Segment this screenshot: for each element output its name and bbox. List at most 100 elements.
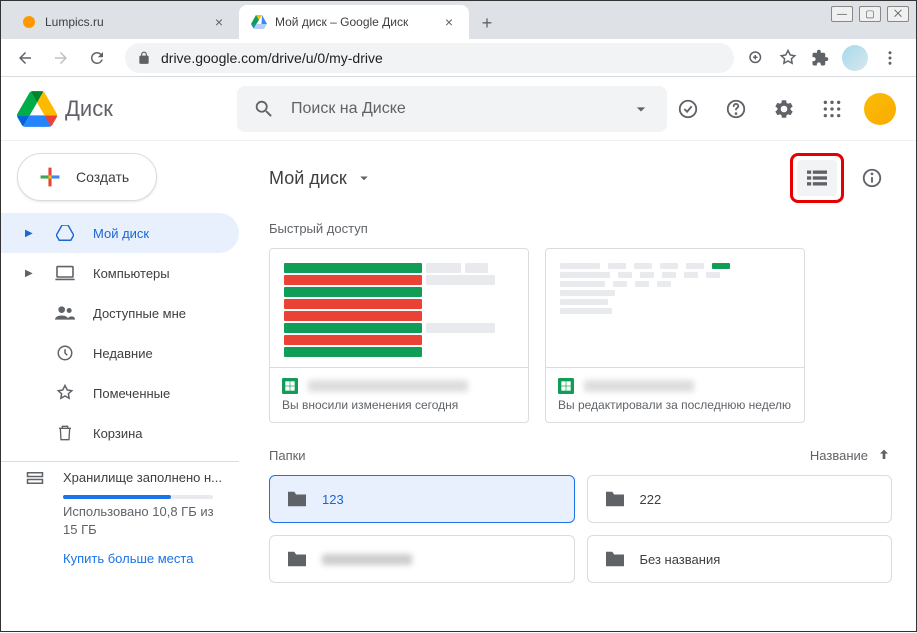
bookmark-icon[interactable] — [778, 48, 798, 68]
sidebar-item-label: Доступные мне — [93, 306, 186, 321]
recent-icon — [55, 344, 75, 362]
breadcrumb-label: Мой диск — [269, 168, 347, 189]
window-minimize-button[interactable]: — — [831, 6, 853, 22]
storage-meter — [63, 495, 213, 499]
create-button[interactable]: Создать — [17, 153, 157, 201]
buy-storage-link[interactable]: Купить больше места — [63, 551, 227, 566]
tab-close-icon[interactable]: × — [441, 12, 457, 32]
breadcrumb[interactable]: Мой диск — [269, 168, 373, 189]
star-icon — [55, 384, 75, 402]
folder-name: 222 — [640, 492, 662, 507]
folder-icon — [604, 490, 626, 508]
zoom-icon[interactable] — [746, 48, 766, 68]
folder-card[interactable]: 123 — [269, 475, 575, 523]
file-name — [308, 380, 468, 392]
view-toggle-highlight — [790, 153, 844, 203]
drive-brand-text: Диск — [65, 96, 113, 122]
storage-title: Хранилище заполнено н... — [63, 470, 222, 485]
sidebar-item-label: Недавние — [93, 346, 153, 361]
tab-title: Lumpics.ru — [45, 15, 104, 29]
tab-strip: Lumpics.ru × Мой диск – Google Диск × + — [1, 1, 916, 39]
folders-title: Папки — [269, 448, 306, 463]
folder-card[interactable] — [269, 535, 575, 583]
tab-favicon-icon — [21, 14, 37, 30]
search-placeholder: Поиск на Диске — [291, 100, 406, 118]
apps-icon[interactable] — [812, 89, 852, 129]
file-preview — [269, 248, 529, 368]
sheets-icon — [558, 378, 574, 394]
account-avatar[interactable] — [860, 89, 900, 129]
sidebar-item-label: Помеченные — [93, 386, 170, 401]
sort-button[interactable]: Название — [810, 447, 892, 463]
storage-usage-text: Использовано 10,8 ГБ из 15 ГБ — [63, 503, 227, 539]
quick-access-title: Быстрый доступ — [269, 221, 892, 236]
chevron-right-icon: ▶ — [25, 268, 37, 279]
reload-button[interactable] — [81, 42, 113, 74]
sidebar-item-trash[interactable]: Корзина — [1, 413, 239, 453]
sidebar-item-label: Корзина — [93, 426, 143, 441]
window-maximize-button[interactable]: ▢ — [859, 6, 881, 22]
ready-offline-icon[interactable] — [668, 89, 708, 129]
tab-title: Мой диск – Google Диск — [275, 15, 408, 29]
folder-card[interactable]: Без названия — [587, 535, 893, 583]
url-text: drive.google.com/drive/u/0/my-drive — [161, 50, 383, 66]
sidebar-item-label: Компьютеры — [93, 266, 170, 281]
sidebar-item-label: Мой диск — [93, 226, 149, 241]
file-subtitle: Вы вносили изменения сегодня — [282, 398, 516, 412]
folder-icon — [286, 490, 308, 508]
folder-name: 123 — [322, 492, 344, 507]
profile-avatar[interactable] — [842, 45, 868, 71]
window-close-button[interactable]: ⨉ — [887, 6, 909, 22]
quick-access-card[interactable]: Вы редактировали за последнюю неделю — [545, 248, 805, 423]
sort-label: Название — [810, 448, 868, 463]
sidebar-item-shared[interactable]: Доступные мне — [1, 293, 239, 333]
chevron-down-icon — [355, 169, 373, 187]
settings-icon[interactable] — [764, 89, 804, 129]
sidebar-item-computers[interactable]: ▶ Компьютеры — [1, 253, 239, 293]
file-subtitle: Вы редактировали за последнюю неделю — [558, 398, 792, 412]
main-content: Мой диск Быстрый доступ — [251, 141, 916, 633]
url-input[interactable]: drive.google.com/drive/u/0/my-drive — [125, 43, 734, 73]
quick-access-card[interactable]: Вы вносили изменения сегодня — [269, 248, 529, 423]
new-tab-button[interactable]: + — [473, 9, 501, 37]
sidebar-item-recent[interactable]: Недавние — [1, 333, 239, 373]
folder-name: Без названия — [640, 552, 721, 567]
sidebar: Создать ▶ Мой диск ▶ Компьютеры Доступны… — [1, 141, 251, 633]
sidebar-item-my-drive[interactable]: ▶ Мой диск — [1, 213, 239, 253]
sheets-icon — [282, 378, 298, 394]
storage-icon — [25, 471, 45, 485]
address-bar: drive.google.com/drive/u/0/my-drive — [1, 39, 916, 77]
search-icon — [253, 98, 275, 120]
forward-button[interactable] — [45, 42, 77, 74]
help-icon[interactable] — [716, 89, 756, 129]
browser-tab[interactable]: Lumpics.ru × — [9, 5, 239, 39]
folder-icon — [604, 550, 626, 568]
folder-icon — [286, 550, 308, 568]
drive-header: Диск Поиск на Диске — [1, 77, 916, 141]
computers-icon — [55, 265, 75, 281]
browser-menu-icon[interactable] — [880, 48, 900, 68]
chevron-right-icon: ▶ — [25, 228, 37, 239]
drive-logo[interactable]: Диск — [17, 91, 237, 127]
trash-icon — [55, 424, 75, 442]
file-name — [584, 380, 694, 392]
tab-close-icon[interactable]: × — [211, 12, 227, 32]
list-view-button[interactable] — [797, 160, 837, 196]
sidebar-item-storage[interactable]: Хранилище заполнено н... — [25, 470, 227, 485]
back-button[interactable] — [9, 42, 41, 74]
extensions-icon[interactable] — [810, 48, 830, 68]
create-label: Создать — [76, 169, 129, 185]
sidebar-item-starred[interactable]: Помеченные — [1, 373, 239, 413]
folder-name — [322, 554, 412, 565]
folder-card[interactable]: 222 — [587, 475, 893, 523]
storage-section: Хранилище заполнено н... Использовано 10… — [1, 461, 239, 566]
browser-tab-active[interactable]: Мой диск – Google Диск × — [239, 5, 469, 39]
drive-logo-icon — [17, 91, 57, 127]
info-button[interactable] — [852, 158, 892, 198]
search-options-icon[interactable] — [631, 99, 651, 119]
search-input[interactable]: Поиск на Диске — [237, 86, 667, 132]
lock-icon — [137, 51, 151, 65]
plus-icon — [36, 163, 64, 191]
drive-icon — [55, 225, 75, 241]
file-preview — [545, 248, 805, 368]
